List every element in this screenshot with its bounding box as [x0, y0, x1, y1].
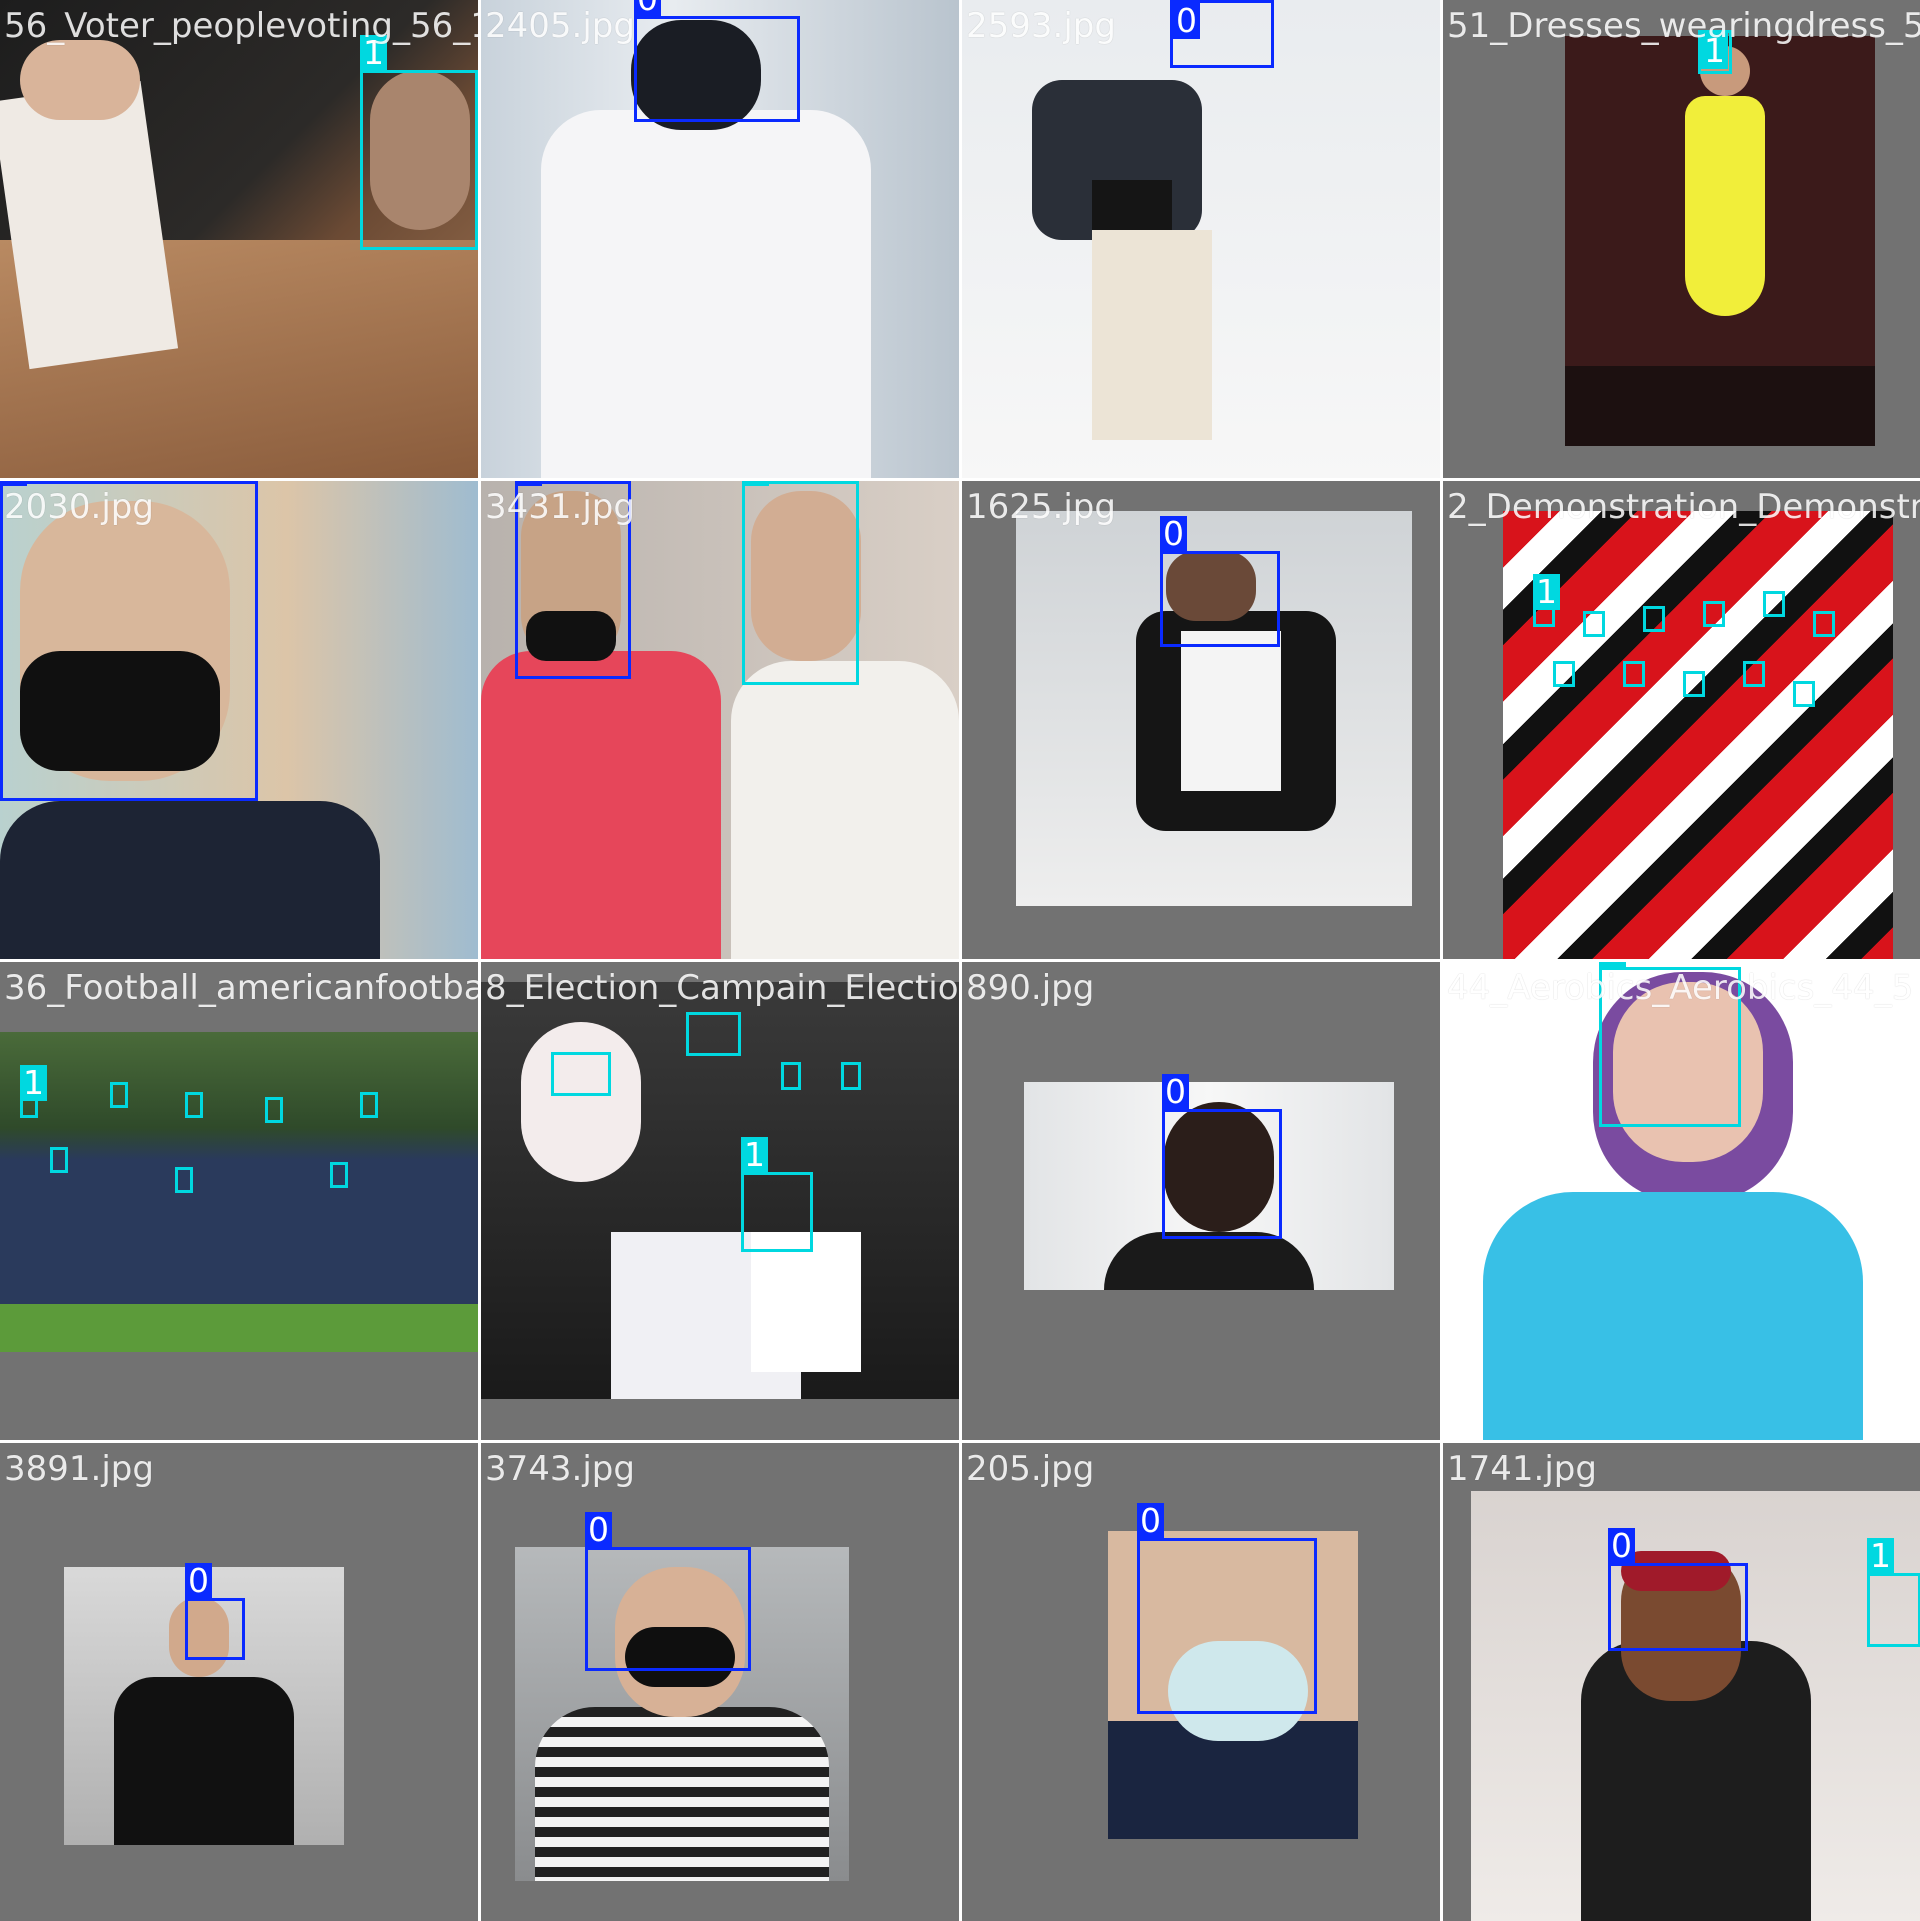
tile-filename: 56_Voter_peoplevoting_56_1005.jpg	[4, 6, 478, 46]
detection-label: 0	[1162, 1074, 1189, 1110]
detection-box: 1	[1867, 1538, 1920, 1647]
detection-box: 0	[585, 1512, 751, 1671]
detection-box-extra	[360, 1092, 378, 1118]
detection-box: 0	[185, 1563, 245, 1660]
detection-box-extra	[686, 1012, 741, 1056]
photo-walking-woman	[962, 0, 1440, 478]
photo-football-team	[0, 1032, 478, 1352]
tile-filename: 44_Aerobics_Aerobics_44_5	[1447, 968, 1914, 1008]
tile-filename: 2030.jpg	[4, 487, 154, 527]
detection-label: 1	[1533, 574, 1560, 610]
tile-filename: 2_Demonstration_Demonstr	[1447, 487, 1920, 527]
tile-filename: 8_Election_Campain_Election	[485, 968, 959, 1008]
tile-filename: 3891.jpg	[4, 1449, 154, 1489]
detection-box-extra	[551, 1052, 611, 1096]
detection-box-extra	[1813, 611, 1835, 637]
detection-label: 0	[0, 481, 27, 486]
tile-8: 2_Demonstration_Demonstr 1	[1443, 481, 1920, 959]
detection-box-extra	[110, 1082, 128, 1108]
detection-box-extra	[1743, 661, 1765, 687]
tile-7: 1625.jpg 0	[962, 481, 1440, 959]
tile-filename: 2405.jpg	[485, 6, 635, 46]
detection-box: 0	[0, 481, 258, 801]
detection-label: 0	[515, 481, 542, 486]
detection-label: 0	[585, 1512, 612, 1548]
tile-11: 890.jpg 0	[962, 962, 1440, 1440]
detection-box-extra	[185, 1092, 203, 1118]
detection-box: 1	[742, 481, 859, 685]
tile-filename: 51_Dresses_wearingdress_51	[1447, 6, 1920, 46]
tile-filename: 205.jpg	[966, 1449, 1095, 1489]
tile-filename: 1625.jpg	[966, 487, 1116, 527]
tile-10: 8_Election_Campain_Election 1	[481, 962, 959, 1440]
detection-box-extra	[781, 1062, 801, 1090]
detection-label: 0	[1160, 516, 1187, 552]
detection-box: 0	[1162, 1074, 1282, 1239]
detection-box-extra	[265, 1097, 283, 1123]
detection-box: 0	[1170, 0, 1274, 68]
detection-label: 0	[1137, 1503, 1164, 1539]
tile-filename: 890.jpg	[966, 968, 1095, 1008]
tile-2: 2405.jpg 0	[481, 0, 959, 478]
detection-box-extra	[330, 1162, 348, 1188]
tile-15: 205.jpg 0	[962, 1443, 1440, 1921]
detection-box-extra	[1703, 601, 1725, 627]
detection-box: 1	[1533, 574, 1560, 627]
detection-label: 0	[185, 1563, 212, 1599]
detection-box: 0	[1137, 1503, 1317, 1714]
tile-12: 44_Aerobics_Aerobics_44_5 1	[1443, 962, 1920, 1440]
detection-label: 0	[1173, 3, 1200, 39]
detection-box-extra	[50, 1147, 68, 1173]
detection-label: 0	[1608, 1528, 1635, 1564]
tile-filename: 36_Football_americanfootball_ball_36_363	[4, 968, 478, 1008]
detection-box: 0	[1160, 516, 1280, 647]
detection-label: 1	[742, 481, 769, 486]
detection-box: 0	[634, 0, 800, 122]
tile-16: 1741.jpg 0 1	[1443, 1443, 1920, 1921]
tile-5: 2030.jpg 0	[0, 481, 478, 959]
detection-box-extra	[841, 1062, 861, 1090]
detection-label: 1	[20, 1065, 47, 1101]
detection-box-extra	[1643, 606, 1665, 632]
detection-label: 1	[1867, 1538, 1894, 1574]
detection-mosaic: 56_Voter_peoplevoting_56_1005.jpg 1 2405…	[0, 0, 1920, 1921]
detection-box-extra	[1583, 611, 1605, 637]
detection-box-extra	[1553, 661, 1575, 687]
detection-box-extra	[175, 1167, 193, 1193]
photo-flag-demonstration	[1503, 511, 1893, 959]
detection-box: 1	[360, 35, 478, 250]
detection-box: 1	[20, 1065, 47, 1118]
detection-box-extra	[1763, 591, 1785, 617]
tile-filename: 2593.jpg	[966, 6, 1116, 46]
detection-label: 1	[741, 1137, 768, 1173]
tile-6: 3431.jpg 0 1	[481, 481, 959, 959]
detection-box-extra	[1623, 661, 1645, 687]
tile-1: 56_Voter_peoplevoting_56_1005.jpg 1	[0, 0, 478, 478]
tile-filename: 3743.jpg	[485, 1449, 635, 1489]
tile-14: 3743.jpg 0	[481, 1443, 959, 1921]
detection-box-extra	[1683, 671, 1705, 697]
photo-woman-red-cap	[1471, 1491, 1920, 1921]
detection-box: 0	[1608, 1528, 1748, 1651]
tile-filename: 3431.jpg	[485, 487, 635, 527]
detection-box: 1	[741, 1137, 813, 1252]
detection-label: 0	[634, 0, 661, 17]
tile-3: 2593.jpg 0	[962, 0, 1440, 478]
tile-9: 36_Football_americanfootball_ball_36_363…	[0, 962, 478, 1440]
tile-filename: 1741.jpg	[1447, 1449, 1597, 1489]
photo-yellow-dress	[1565, 36, 1875, 446]
tile-13: 3891.jpg 0	[0, 1443, 478, 1921]
tile-4: 51_Dresses_wearingdress_51 1	[1443, 0, 1920, 478]
detection-box-extra	[1793, 681, 1815, 707]
